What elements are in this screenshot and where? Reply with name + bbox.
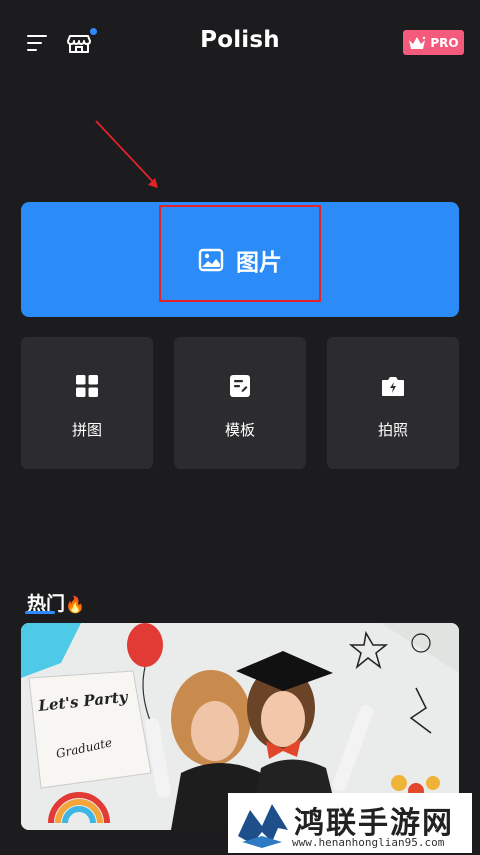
camera-card[interactable]: 拍照 [327, 337, 459, 469]
collage-card[interactable]: 拼图 [21, 337, 153, 469]
fire-icon: 🔥 [65, 595, 85, 614]
annotation-arrow-icon [95, 120, 158, 188]
collage-icon [76, 375, 98, 397]
watermark: 鸿联手游网 www.henanhonglian95.com [228, 793, 472, 853]
crown-icon [409, 36, 426, 49]
annotation-highlight-box [159, 205, 321, 302]
hot-section-title: 热门🔥 [25, 589, 85, 616]
section-underline [25, 611, 55, 614]
camera-label: 拍照 [377, 421, 408, 439]
pro-label: PRO [430, 35, 459, 50]
top-bar: Polish PRO [0, 0, 480, 88]
photo-button[interactable]: 图片 [21, 202, 459, 317]
template-card[interactable]: 模板 [174, 337, 306, 469]
pro-button[interactable]: PRO [403, 30, 464, 55]
bull-logo-icon [238, 804, 288, 848]
collage-label: 拼图 [71, 421, 102, 439]
watermark-url: www.henanhonglian95.com [292, 836, 445, 849]
camera-icon [382, 377, 404, 396]
template-icon [230, 375, 250, 397]
template-label: 模板 [224, 421, 255, 439]
